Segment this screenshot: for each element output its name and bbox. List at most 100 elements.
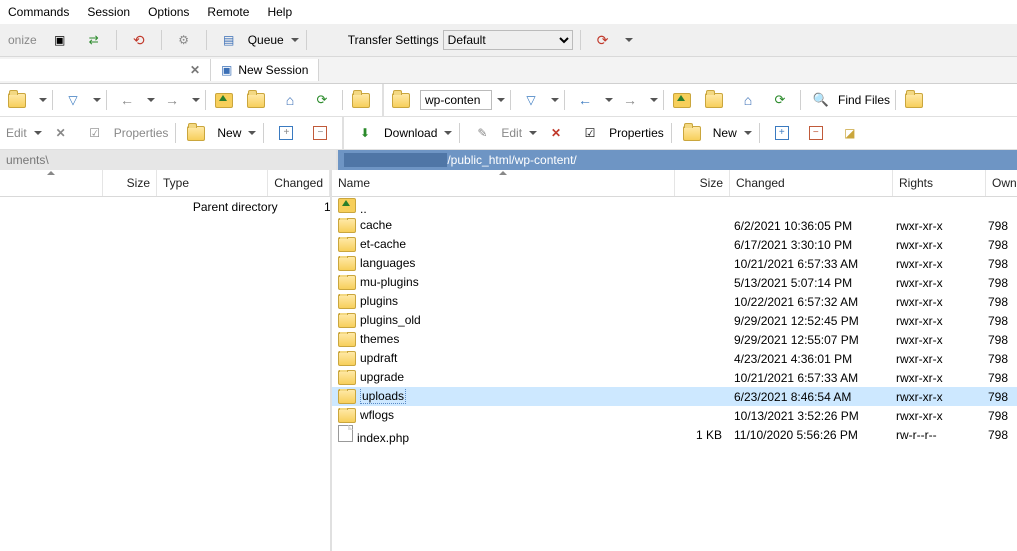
local-back-icon[interactable]: ← — [112, 88, 142, 112]
local-drive-icon[interactable] — [4, 88, 34, 112]
remote-home-icon[interactable]: ⌂ — [733, 88, 763, 112]
table-row[interactable]: et-cache6/17/2021 3:30:10 PMrwxr-xr-x798 — [332, 235, 1017, 254]
local-new-dropdown-icon[interactable] — [248, 131, 256, 135]
local-home-icon[interactable]: ⌂ — [275, 88, 305, 112]
remote-rootdir-icon[interactable] — [701, 88, 731, 112]
local-parentdir-icon[interactable] — [211, 88, 241, 112]
local-edit-button[interactable]: Edit — [6, 126, 27, 140]
remote-column-headers[interactable]: Name Size Changed Rights Owner — [332, 170, 1017, 197]
tab-active-session[interactable]: ✕ — [0, 59, 211, 81]
local-forward-dropdown-icon[interactable] — [192, 98, 200, 102]
table-row[interactable]: plugins10/22/2021 6:57:32 AMrwxr-xr-x798 — [332, 292, 1017, 311]
remote-back-icon[interactable]: ← — [570, 88, 600, 112]
remote-new-button[interactable]: New — [713, 126, 737, 140]
remote-col-size[interactable]: Size — [675, 170, 730, 196]
remote-selectall-icon[interactable]: + — [775, 126, 789, 140]
local-col-changed[interactable]: Changed — [268, 170, 330, 196]
keepuptodate-dropdown-icon[interactable] — [625, 38, 633, 42]
menu-options[interactable]: Options — [146, 3, 191, 21]
remote-forward-icon[interactable]: → — [615, 88, 645, 112]
remote-properties-button[interactable]: Properties — [609, 126, 664, 140]
local-properties-button[interactable]: Properties — [114, 126, 169, 140]
table-row[interactable]: themes9/29/2021 12:55:07 PMrwxr-xr-x798 — [332, 330, 1017, 349]
remote-new-dropdown-icon[interactable] — [744, 131, 752, 135]
sync-browse-icon[interactable]: ⟲ — [124, 28, 154, 52]
local-edit-dropdown-icon[interactable] — [34, 131, 42, 135]
tab-new-session[interactable]: ▣ New Session — [211, 59, 319, 81]
menu-remote[interactable]: Remote — [205, 3, 251, 21]
local-column-headers[interactable]: Size Type Changed — [0, 170, 330, 197]
local-selectnone-icon[interactable]: − — [313, 126, 327, 140]
find-files-label[interactable]: Find Files — [838, 93, 890, 107]
local-file-list[interactable]: Parent directory10/22/2021 10:28 — [0, 197, 330, 551]
local-filter-icon[interactable]: ▽ — [58, 88, 88, 112]
menu-session[interactable]: Session — [85, 3, 132, 21]
remote-path-dropdown-icon[interactable] — [497, 98, 505, 102]
remote-path-combo[interactable] — [420, 90, 492, 110]
remote-file-list[interactable]: ..cache6/2/2021 10:36:05 PMrwxr-xr-x798e… — [332, 197, 1017, 551]
transfer-settings-select[interactable]: Default — [443, 30, 573, 50]
remote-refresh-icon[interactable]: ⟳ — [765, 88, 795, 112]
terminal-icon[interactable]: ▣ — [45, 28, 75, 52]
queue-dropdown-icon[interactable] — [291, 38, 299, 42]
local-col-size[interactable]: Size — [103, 170, 157, 196]
table-row[interactable]: uploads6/23/2021 8:46:54 AMrwxr-xr-x798 — [332, 387, 1017, 406]
remote-selectnone-icon[interactable]: − — [809, 126, 823, 140]
remote-forward-dropdown-icon[interactable] — [650, 98, 658, 102]
remote-filter-icon[interactable]: ▽ — [516, 88, 546, 112]
local-filter-dropdown-icon[interactable] — [93, 98, 101, 102]
table-row[interactable]: index.php1 KB11/10/2020 5:56:26 PMrw-r--… — [332, 425, 1017, 444]
remote-filter-dropdown-icon[interactable] — [551, 98, 559, 102]
compare-icon[interactable]: ⇄ — [79, 28, 109, 52]
local-new-icon[interactable] — [183, 121, 213, 145]
local-drive-dropdown-icon[interactable] — [39, 98, 47, 102]
table-row[interactable]: languages10/21/2021 6:57:33 AMrwxr-xr-x7… — [332, 254, 1017, 273]
local-properties-icon[interactable]: ☑ — [80, 121, 110, 145]
remote-invertselect-icon[interactable]: ◪ — [835, 121, 865, 145]
local-forward-icon[interactable]: → — [157, 88, 187, 112]
find-files-icon[interactable]: 🔍 — [806, 88, 836, 112]
remote-edit-icon[interactable]: ✎ — [467, 121, 497, 145]
local-refresh-icon[interactable]: ⟳ — [307, 88, 337, 112]
local-delete-icon[interactable]: ✕ — [46, 121, 76, 145]
local-back-dropdown-icon[interactable] — [147, 98, 155, 102]
remote-col-owner[interactable]: Owner — [986, 170, 1017, 196]
close-icon[interactable]: ✕ — [190, 63, 200, 77]
remote-new-icon[interactable] — [679, 121, 709, 145]
keepuptodate-icon[interactable]: ⟳ — [588, 28, 618, 52]
download-dropdown-icon[interactable] — [444, 131, 452, 135]
remote-col-name[interactable]: Name — [332, 170, 675, 196]
remote-parentdir-icon[interactable] — [669, 88, 699, 112]
table-row[interactable]: .. — [332, 197, 1017, 216]
table-row[interactable]: wflogs10/13/2021 3:52:26 PMrwxr-xr-x798 — [332, 406, 1017, 425]
remote-back-dropdown-icon[interactable] — [605, 98, 613, 102]
table-row[interactable]: updraft4/23/2021 4:36:01 PMrwxr-xr-x798 — [332, 349, 1017, 368]
local-rootdir-icon[interactable] — [243, 88, 273, 112]
table-row[interactable]: plugins_old9/29/2021 12:52:45 PMrwxr-xr-… — [332, 311, 1017, 330]
local-selectall-icon[interactable]: + — [279, 126, 293, 140]
options-icon[interactable]: ⚙ — [169, 28, 199, 52]
remote-bookmark-icon[interactable] — [901, 88, 931, 112]
local-bookmark-icon[interactable] — [348, 88, 378, 112]
download-button[interactable]: Download — [384, 126, 437, 140]
remote-col-changed[interactable]: Changed — [730, 170, 893, 196]
menu-commands[interactable]: Commands — [6, 3, 71, 21]
table-row[interactable]: cache6/2/2021 10:36:05 PMrwxr-xr-x798 — [332, 216, 1017, 235]
synchronize-button[interactable]: onize — [4, 28, 41, 52]
local-col-name[interactable] — [0, 170, 103, 196]
remote-edit-button[interactable]: Edit — [501, 126, 522, 140]
queue-icon[interactable]: ▤ — [214, 28, 244, 52]
remote-edit-dropdown-icon[interactable] — [529, 131, 537, 135]
download-icon[interactable]: ⬇ — [350, 121, 380, 145]
local-new-button[interactable]: New — [217, 126, 241, 140]
table-row[interactable]: Parent directory10/22/2021 10:28 — [0, 197, 330, 216]
menu-help[interactable]: Help — [265, 3, 294, 21]
remote-col-rights[interactable]: Rights — [893, 170, 986, 196]
queue-label[interactable]: Queue — [248, 33, 284, 47]
remote-dir-icon[interactable] — [388, 88, 418, 112]
remote-properties-icon[interactable]: ☑ — [575, 121, 605, 145]
table-row[interactable]: upgrade10/21/2021 6:57:33 AMrwxr-xr-x798 — [332, 368, 1017, 387]
table-row[interactable]: mu-plugins5/13/2021 5:07:14 PMrwxr-xr-x7… — [332, 273, 1017, 292]
local-col-type[interactable]: Type — [157, 170, 268, 196]
remote-delete-icon[interactable]: ✕ — [541, 121, 571, 145]
